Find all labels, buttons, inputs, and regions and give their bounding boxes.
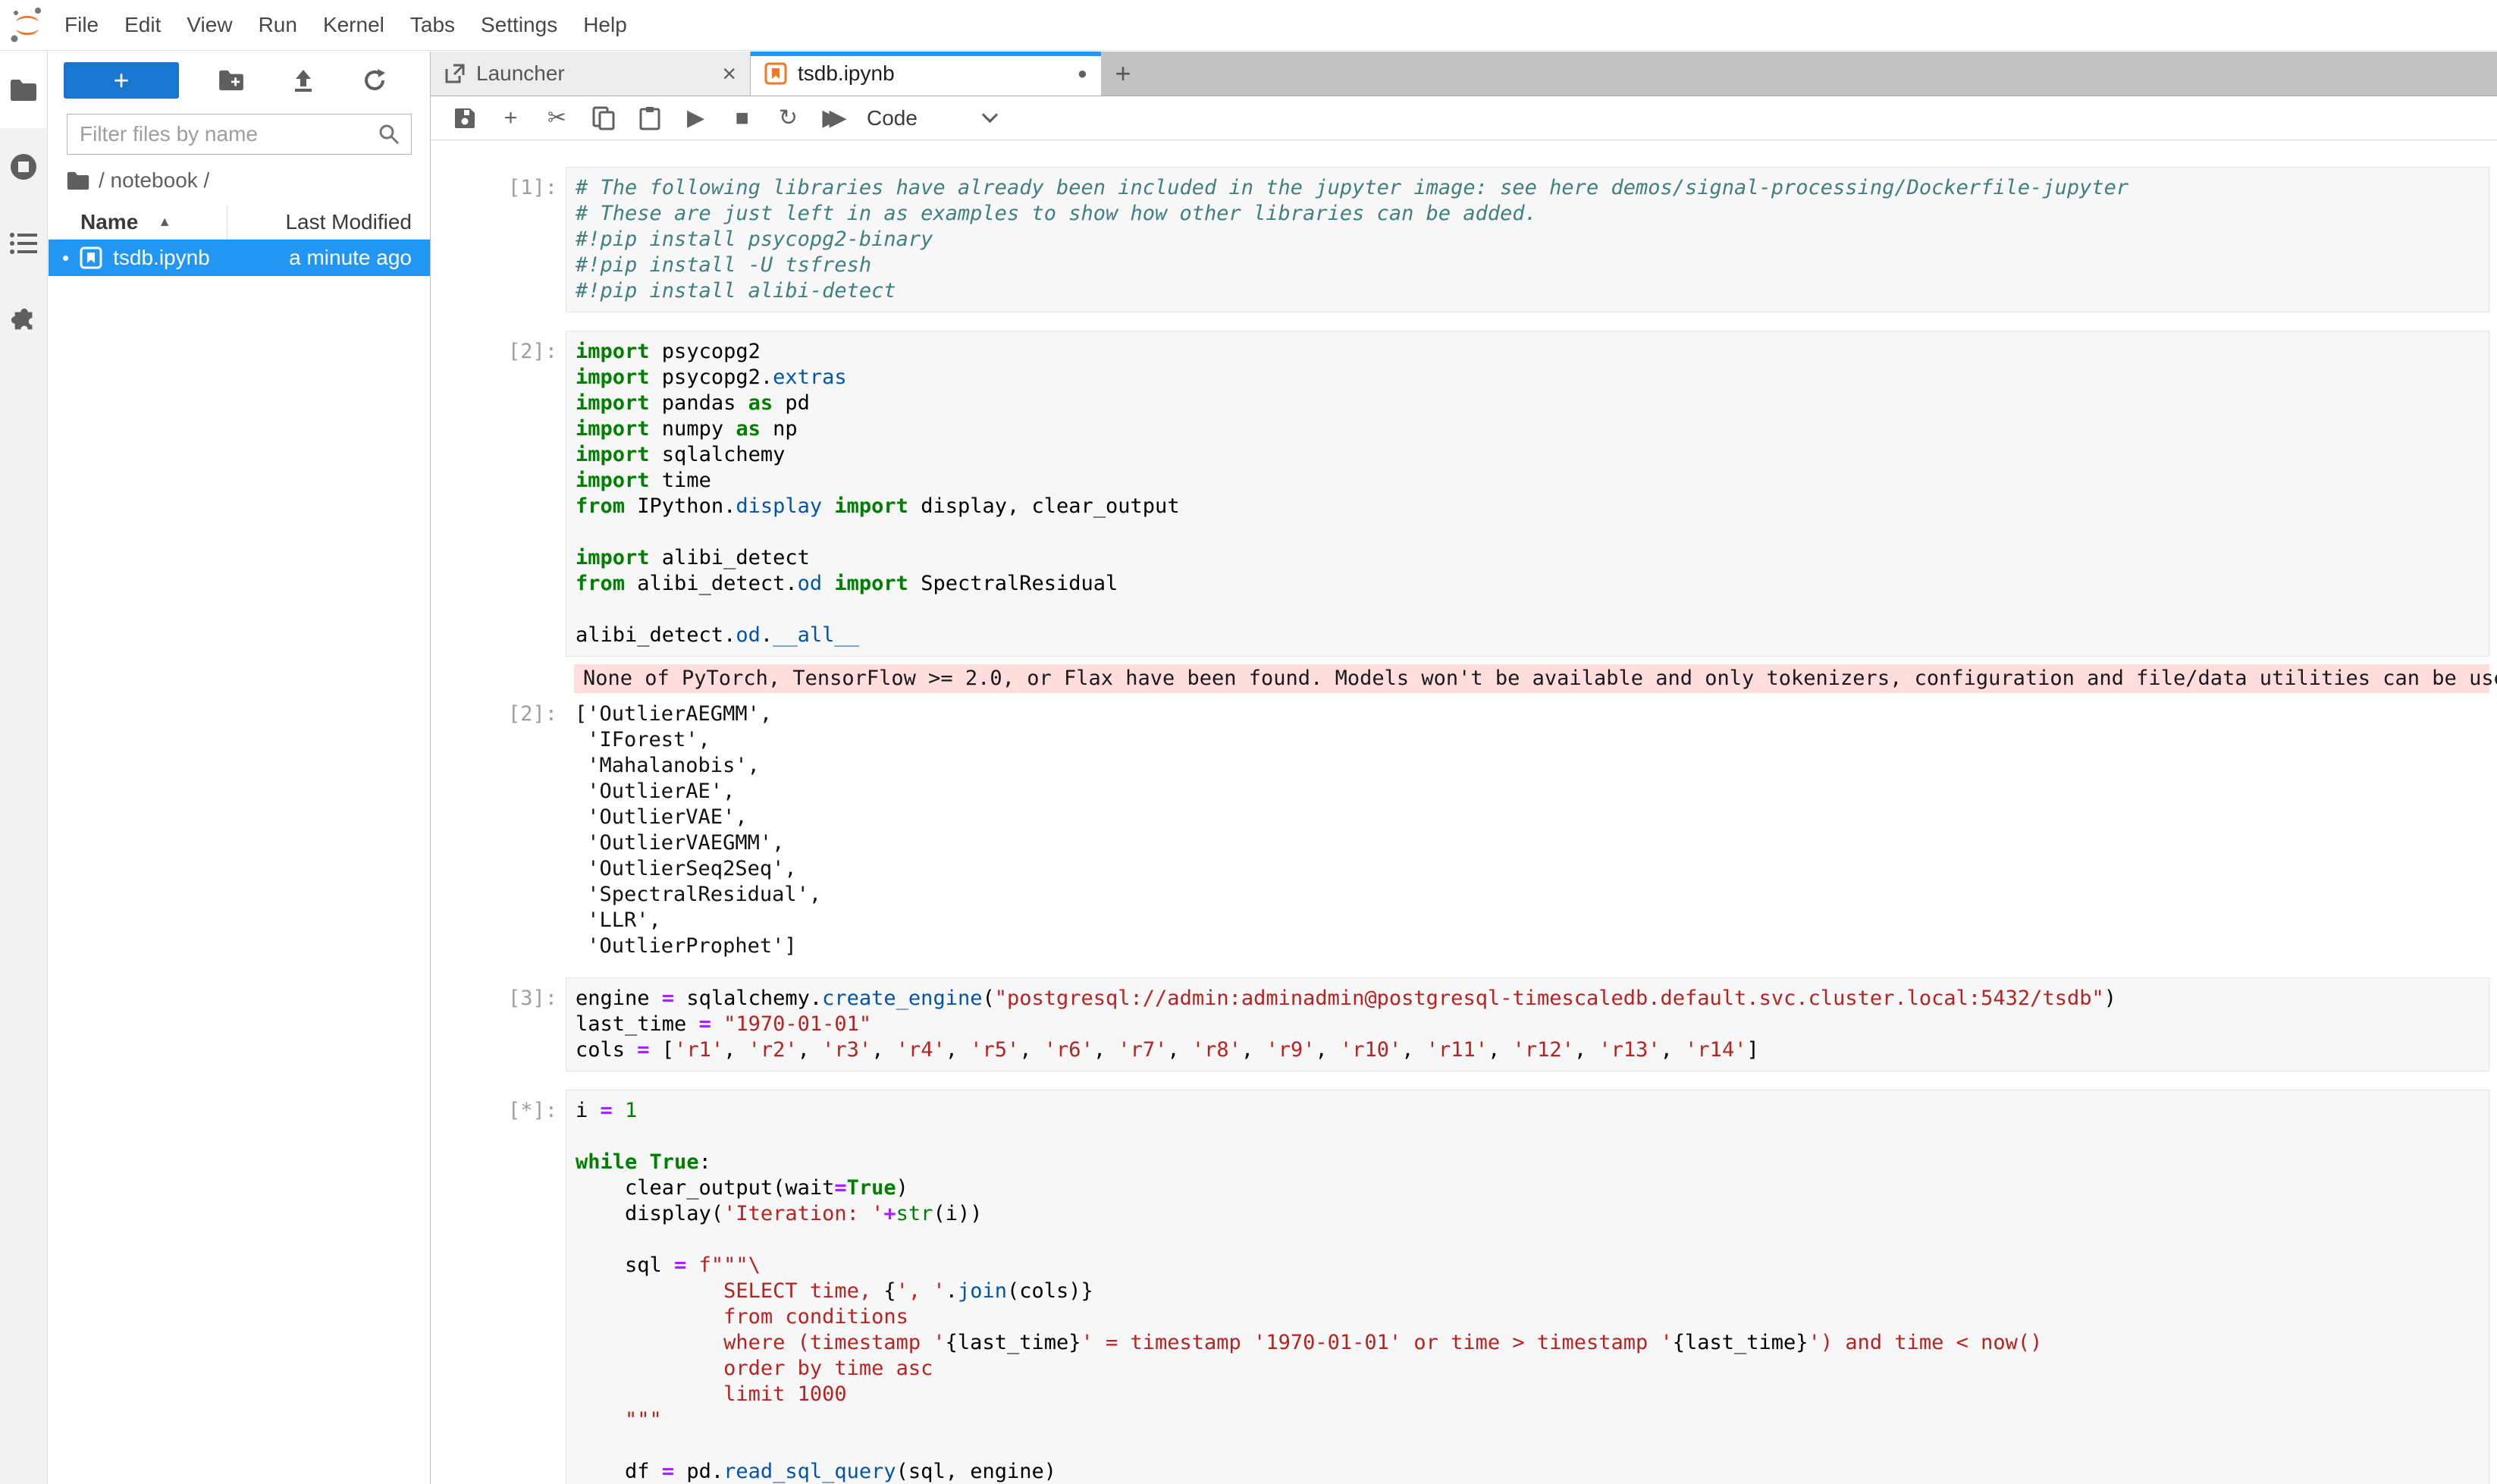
new-folder-button[interactable] <box>218 70 244 91</box>
code-editor[interactable]: i = 1while True: clear_output(wait=True)… <box>566 1090 2489 1484</box>
file-browser-panel: + / notebook / Name ▲ <box>49 52 431 1484</box>
notebook-toolbar: + ✂ ▶ ■ ↻ ▶▶ Code <box>431 96 2497 140</box>
tab-launcher[interactable]: Launcher × <box>431 52 751 96</box>
jupyter-logo-icon <box>11 7 44 43</box>
file-filter-input[interactable] <box>78 121 378 147</box>
cell-type-dropdown[interactable]: Code <box>867 106 996 130</box>
column-header-name[interactable]: Name ▲ <box>49 205 227 239</box>
tab-label: Launcher <box>476 61 565 86</box>
file-filter-box <box>67 114 412 155</box>
close-icon[interactable]: × <box>722 60 736 88</box>
breadcrumb-path: / notebook / <box>99 168 209 193</box>
execution-count-prompt: [*]: <box>431 1090 566 1484</box>
code-editor[interactable]: import psycopg2import psycopg2.extrasimp… <box>566 331 2489 657</box>
chevron-down-icon <box>982 107 998 123</box>
refresh-button[interactable] <box>362 68 387 93</box>
menu-view[interactable]: View <box>174 13 245 37</box>
new-tab-button[interactable]: + <box>1101 52 1145 96</box>
sort-ascending-icon: ▲ <box>158 214 171 230</box>
sidebar-item-running-sessions[interactable] <box>0 128 47 205</box>
copy-cells-button[interactable] <box>580 96 626 140</box>
notebook-cell: [1]:# The following libraries have alrea… <box>431 167 2497 312</box>
sidebar-item-table-of-contents[interactable] <box>0 205 47 281</box>
notebook-file-icon <box>80 246 102 269</box>
column-header-last-modified[interactable]: Last Modified <box>227 205 430 239</box>
file-browser-toolbar: + <box>49 52 430 99</box>
file-row-tsdb-ipynb[interactable]: • tsdb.ipynb a minute ago <box>49 240 430 276</box>
code-editor[interactable]: engine = sqlalchemy.create_engine("postg… <box>566 977 2489 1071</box>
activity-bar <box>0 52 48 1484</box>
search-icon <box>378 123 400 146</box>
paste-cells-button[interactable] <box>626 96 673 140</box>
tab-tsdb-ipynb[interactable]: tsdb.ipynb ● <box>751 52 1101 96</box>
execution-count-prompt: [3]: <box>431 977 566 1071</box>
home-folder-icon <box>67 171 89 190</box>
sidebar-item-file-browser[interactable] <box>0 52 47 128</box>
new-launcher-button[interactable]: + <box>64 62 179 99</box>
running-sessions-icon <box>10 153 37 180</box>
tab-bar: Launcher × tsdb.ipynb ● + <box>431 52 2497 96</box>
puzzle-icon <box>10 306 37 334</box>
output-prompt: [2]: <box>431 701 566 959</box>
list-icon <box>10 232 37 255</box>
breadcrumb[interactable]: / notebook / <box>67 168 412 193</box>
launcher-icon <box>444 63 466 84</box>
file-name: tsdb.ipynb <box>113 246 210 270</box>
execution-count-prompt: [1]: <box>431 167 566 312</box>
menu-run[interactable]: Run <box>246 13 310 37</box>
menu-tabs[interactable]: Tabs <box>397 13 468 37</box>
menu-help[interactable]: Help <box>570 13 640 37</box>
upload-button[interactable] <box>292 68 315 93</box>
run-cell-button[interactable]: ▶ <box>673 96 719 140</box>
interrupt-kernel-button[interactable]: ■ <box>719 96 765 140</box>
notebook-cell: [2]:import psycopg2import psycopg2.extra… <box>431 331 2497 959</box>
menu-file[interactable]: File <box>52 13 111 37</box>
notebook-scroll-area[interactable]: [1]:# The following libraries have alrea… <box>431 141 2497 1484</box>
notebook-cell: [*]:i = 1while True: clear_output(wait=T… <box>431 1090 2497 1484</box>
insert-cell-button[interactable]: + <box>488 96 534 140</box>
notebook-cell: [3]:engine = sqlalchemy.create_engine("p… <box>431 977 2497 1071</box>
tab-label: tsdb.ipynb <box>798 61 895 86</box>
menu-edit[interactable]: Edit <box>111 13 174 37</box>
running-kernel-dot: • <box>62 246 69 270</box>
file-modified-time: a minute ago <box>289 246 430 270</box>
save-button[interactable] <box>441 96 488 140</box>
folder-icon <box>10 79 37 102</box>
restart-kernel-button[interactable]: ↻ <box>765 96 811 140</box>
plus-icon: + <box>113 64 129 96</box>
notebook-tab-icon <box>764 62 787 85</box>
execute-result-output: ['OutlierAEGMM', 'IForest', 'Mahalanobis… <box>566 701 2497 959</box>
sidebar-item-extensions[interactable] <box>0 281 47 358</box>
cut-cells-button[interactable]: ✂ <box>534 96 580 140</box>
unsaved-changes-dot-icon: ● <box>1078 64 1087 83</box>
cell-type-value: Code <box>867 106 918 130</box>
code-editor[interactable]: # The following libraries have already b… <box>566 167 2489 312</box>
notebook-cells: [1]:# The following libraries have alrea… <box>431 167 2497 1484</box>
menu-settings[interactable]: Settings <box>468 13 570 37</box>
file-list-header: Name ▲ Last Modified <box>49 205 430 240</box>
execution-count-prompt: [2]: <box>431 331 566 657</box>
stderr-warning-output: None of PyTorch, TensorFlow >= 2.0, or F… <box>574 664 2489 693</box>
menu-bar: File Edit View Run Kernel Tabs Settings … <box>0 0 2497 51</box>
main-area: Launcher × tsdb.ipynb ● + + ✂ ▶ ■ ↻ ▶▶ C… <box>431 52 2497 1484</box>
menu-kernel[interactable]: Kernel <box>310 13 397 37</box>
restart-run-all-button[interactable]: ▶▶ <box>811 96 858 140</box>
